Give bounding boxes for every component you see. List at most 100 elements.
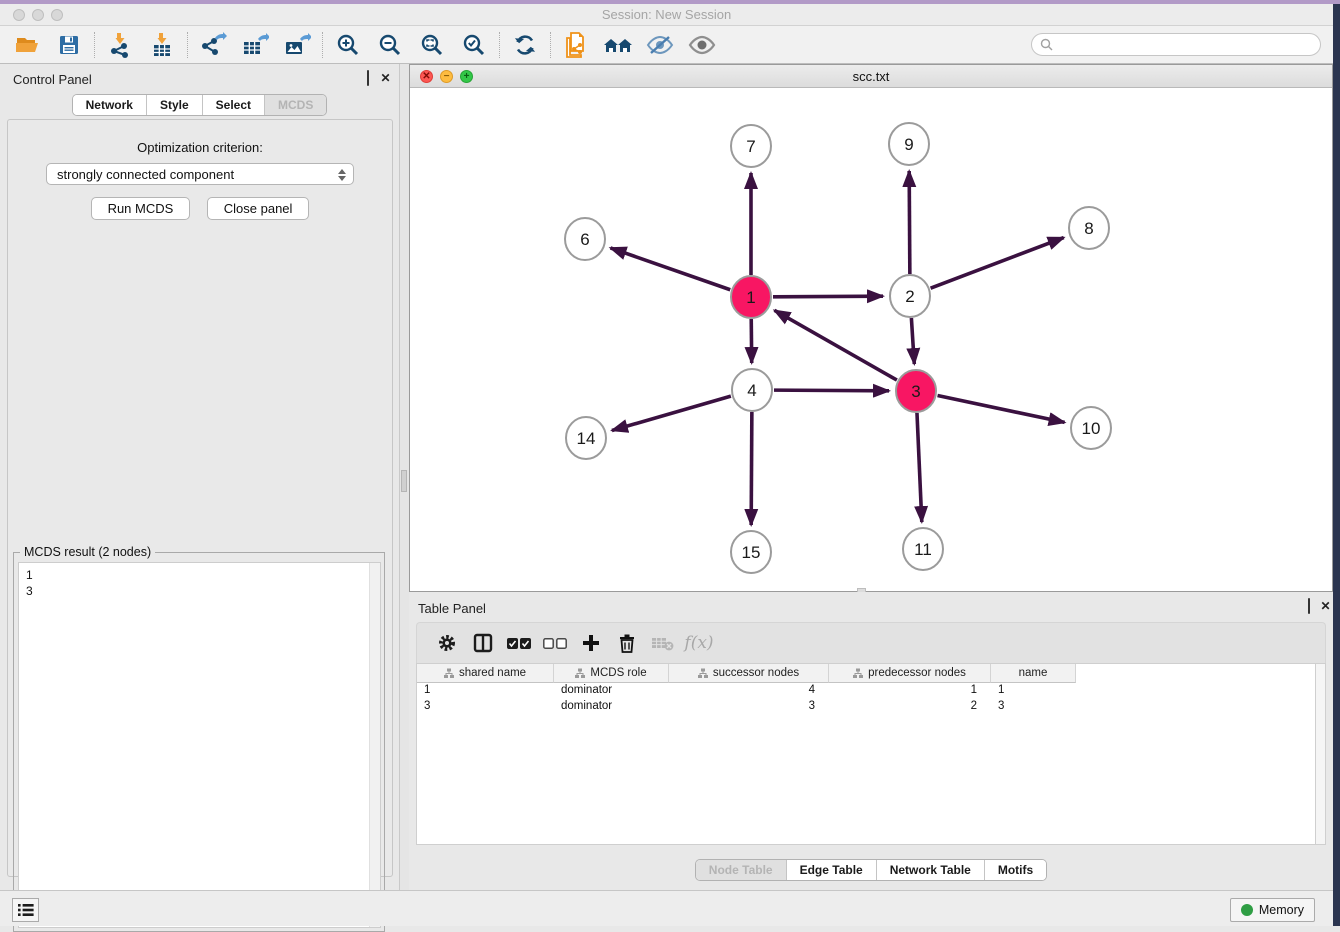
- svg-text:2: 2: [905, 287, 914, 306]
- zoom-selected-icon[interactable]: [453, 29, 495, 61]
- graph-node-3[interactable]: 3: [896, 370, 936, 412]
- table-tab-motifs[interactable]: Motifs: [984, 860, 1046, 880]
- table-tab-network-table[interactable]: Network Table: [876, 860, 984, 880]
- edge-1-6[interactable]: [610, 248, 730, 290]
- table-row[interactable]: 1dominator411: [417, 683, 1325, 699]
- result-scrollbar[interactable]: [369, 563, 380, 927]
- tab-mcds[interactable]: MCDS: [264, 95, 326, 115]
- open-session-icon[interactable]: [6, 29, 48, 61]
- application-window: Session: New Session: [0, 0, 1340, 926]
- graph-node-15[interactable]: 15: [731, 531, 771, 573]
- desktop-background-right: [1333, 4, 1340, 926]
- hide-items-icon[interactable]: [639, 29, 681, 61]
- graph-node-1[interactable]: 1: [731, 276, 771, 318]
- node-table: shared nameMCDS rolesuccessor nodesprede…: [416, 663, 1326, 845]
- window-titlebar: Session: New Session: [0, 4, 1333, 26]
- table-scrollbar[interactable]: [1315, 664, 1325, 844]
- edge-3-10[interactable]: [938, 396, 1065, 423]
- cell: 3: [417, 699, 554, 715]
- search-input[interactable]: [1053, 38, 1320, 52]
- close-panel-icon[interactable]: ✕: [379, 72, 392, 85]
- column-header-successor-nodes[interactable]: successor nodes: [669, 664, 829, 683]
- column-header-shared-name[interactable]: shared name: [417, 664, 554, 683]
- toolbar-separator: [322, 32, 323, 58]
- delete-column-icon[interactable]: [609, 628, 645, 658]
- cell: 1: [991, 683, 1076, 699]
- split-view-icon[interactable]: [465, 628, 501, 658]
- panel-splitter[interactable]: [400, 64, 409, 890]
- graph-node-6[interactable]: 6: [565, 218, 605, 260]
- graph-node-14[interactable]: 14: [566, 417, 606, 459]
- edge-1-2[interactable]: [773, 296, 883, 297]
- tab-select[interactable]: Select: [202, 95, 264, 115]
- deselect-all-icon[interactable]: [537, 628, 573, 658]
- table-row[interactable]: 3dominator323: [417, 699, 1325, 715]
- cell: dominator: [554, 683, 669, 699]
- network-file-icon[interactable]: [555, 29, 597, 61]
- select-all-icon[interactable]: [501, 628, 537, 658]
- import-network-icon[interactable]: [99, 29, 141, 61]
- edge-4-14[interactable]: [612, 396, 731, 430]
- memory-button[interactable]: Memory: [1230, 898, 1315, 922]
- tab-network[interactable]: Network: [73, 95, 146, 115]
- splitter-handle[interactable]: [401, 470, 407, 492]
- refresh-icon[interactable]: [504, 29, 546, 61]
- edge-2-8[interactable]: [931, 238, 1064, 289]
- memory-label: Memory: [1259, 903, 1304, 917]
- graph-node-8[interactable]: 8: [1069, 207, 1109, 249]
- edge-3-1[interactable]: [774, 310, 896, 380]
- float-panel-icon[interactable]: [361, 72, 374, 85]
- close-table-panel-icon[interactable]: ✕: [1319, 600, 1332, 613]
- edge-2-3[interactable]: [911, 318, 914, 364]
- table-panel: Table Panel ✕: [409, 592, 1333, 890]
- export-table-icon[interactable]: [234, 29, 276, 61]
- table-toolbar: f(x): [416, 622, 1326, 663]
- cell: 3: [669, 699, 829, 715]
- graph-node-2[interactable]: 2: [890, 275, 930, 317]
- edge-4-15[interactable]: [751, 412, 752, 525]
- cell: 1: [829, 683, 991, 699]
- network-window-titlebar[interactable]: ✕ − + scc.txt: [410, 65, 1332, 88]
- mcds-result-textarea[interactable]: 1 3: [18, 562, 381, 928]
- svg-text:14: 14: [577, 429, 596, 448]
- edge-2-9[interactable]: [909, 171, 910, 274]
- home-icon[interactable]: [597, 29, 639, 61]
- run-mcds-button[interactable]: Run MCDS: [91, 197, 191, 220]
- save-session-icon[interactable]: [48, 29, 90, 61]
- zoom-fit-icon[interactable]: [411, 29, 453, 61]
- export-network-icon[interactable]: [192, 29, 234, 61]
- graph-node-9[interactable]: 9: [889, 123, 929, 165]
- table-tab-edge-table[interactable]: Edge Table: [786, 860, 876, 880]
- mcds-result-values: 1 3: [19, 563, 380, 599]
- search-field[interactable]: [1031, 33, 1321, 56]
- delete-table-icon[interactable]: [645, 628, 681, 658]
- add-column-icon[interactable]: [573, 628, 609, 658]
- table-settings-gear-icon[interactable]: [429, 628, 465, 658]
- svg-text:7: 7: [746, 137, 755, 156]
- table-tab-node-table[interactable]: Node Table: [696, 860, 786, 880]
- toolbar-separator: [187, 32, 188, 58]
- graph-node-11[interactable]: 11: [903, 528, 943, 570]
- close-panel-button[interactable]: Close panel: [207, 197, 310, 220]
- graph-node-10[interactable]: 10: [1071, 407, 1111, 449]
- column-header-mcds-role[interactable]: MCDS role: [554, 664, 669, 683]
- show-items-icon[interactable]: [681, 29, 723, 61]
- column-header-name[interactable]: name: [991, 664, 1076, 683]
- graph-node-7[interactable]: 7: [731, 125, 771, 167]
- svg-text:1: 1: [746, 288, 755, 307]
- column-header-predecessor-nodes[interactable]: predecessor nodes: [829, 664, 991, 683]
- graph-node-4[interactable]: 4: [732, 369, 772, 411]
- tree-sort-icon: [698, 668, 708, 679]
- task-history-button[interactable]: [12, 898, 39, 922]
- edge-3-11[interactable]: [917, 413, 922, 522]
- network-canvas[interactable]: 7 9 6 8 1 2 4 3 14 10 15 11: [410, 88, 1332, 591]
- zoom-in-icon[interactable]: [327, 29, 369, 61]
- export-image-icon[interactable]: [276, 29, 318, 61]
- criterion-dropdown[interactable]: strongly connected component: [46, 163, 354, 185]
- edge-4-3[interactable]: [774, 390, 889, 391]
- toolbar-separator: [499, 32, 500, 58]
- tab-style[interactable]: Style: [146, 95, 202, 115]
- import-table-icon[interactable]: [141, 29, 183, 61]
- float-table-panel-icon[interactable]: [1302, 600, 1315, 613]
- zoom-out-icon[interactable]: [369, 29, 411, 61]
